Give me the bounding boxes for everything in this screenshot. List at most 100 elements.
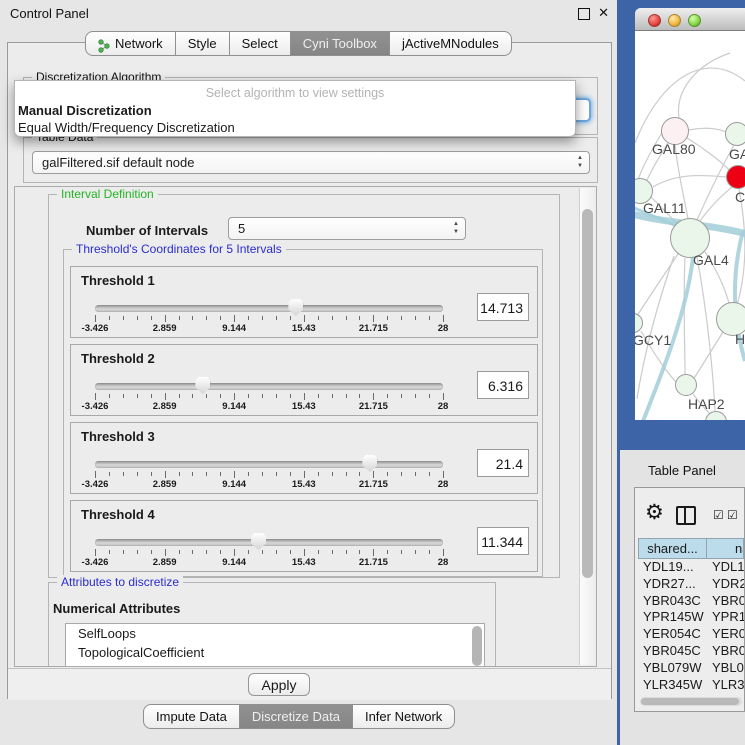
network-node[interactable] bbox=[726, 165, 745, 189]
table-row[interactable]: YBR045CYBR0 bbox=[638, 643, 744, 660]
threshold-label: Threshold 3 bbox=[81, 429, 155, 444]
cell-name[interactable]: YBR0 bbox=[707, 593, 744, 610]
table-row[interactable]: YDL19...YDL1 bbox=[638, 559, 744, 576]
table-data-combobox[interactable]: galFiltered.sif default node ▲▼ bbox=[32, 151, 590, 174]
threshold-label: Threshold 4 bbox=[81, 507, 155, 522]
table-row[interactable]: YER054CYER0 bbox=[638, 626, 744, 643]
tab-cyni-toolbox[interactable]: Cyni Toolbox bbox=[290, 31, 390, 56]
tab-style[interactable]: Style bbox=[175, 31, 230, 56]
tab-infer-network[interactable]: Infer Network bbox=[352, 704, 455, 729]
slider-thumb[interactable] bbox=[288, 299, 303, 316]
network-node-label: H bbox=[735, 331, 745, 347]
table-row[interactable]: YBR043CYBR0 bbox=[638, 593, 744, 610]
slider-track[interactable] bbox=[95, 383, 443, 390]
mac-close-icon[interactable] bbox=[648, 14, 661, 27]
bottom-tab-bar: Impute Data Discretize Data Infer Networ… bbox=[143, 704, 455, 729]
network-node-label: GAL11 bbox=[643, 200, 686, 216]
threshold-value-field[interactable]: 14.713 bbox=[477, 293, 529, 321]
list-item[interactable]: TopologicalCoefficient bbox=[66, 643, 484, 662]
table-panel-body: ⚙ ☑ ☑ shared... na YDL19...YDL1 YDR27...… bbox=[634, 487, 745, 712]
tab-jactivemnodules-label: jActiveMNodules bbox=[402, 32, 499, 55]
tab-network[interactable]: Network bbox=[85, 31, 176, 56]
numerical-attributes-list[interactable]: SelfLoops TopologicalCoefficient Between… bbox=[65, 623, 485, 667]
network-node[interactable] bbox=[675, 374, 697, 396]
cell-name[interactable]: YER0 bbox=[707, 626, 744, 643]
scrollbar-thumb[interactable] bbox=[641, 698, 739, 705]
tab-jactivemnodules[interactable]: jActiveMNodules bbox=[389, 31, 512, 56]
network-canvas[interactable]: GAL80GACGAL11GAL4HGCY1HAP2 bbox=[635, 31, 745, 420]
slider-thumb[interactable] bbox=[195, 377, 210, 394]
apply-strip: Apply bbox=[8, 668, 611, 700]
list-item[interactable]: BetweennessCentrality bbox=[66, 662, 484, 667]
mac-minimize-icon[interactable] bbox=[668, 14, 681, 27]
tab-discretize-data[interactable]: Discretize Data bbox=[239, 704, 353, 729]
cell-shared-name[interactable]: YDR27... bbox=[638, 576, 707, 593]
number-of-intervals-spinner[interactable]: 5 ▲▼ bbox=[228, 217, 466, 240]
table-header-row: shared... na bbox=[638, 538, 744, 559]
table-row[interactable]: YPR145WYPR1 bbox=[638, 609, 744, 626]
cell-shared-name[interactable]: YIL052C bbox=[638, 693, 707, 696]
network-window-titlebar bbox=[635, 8, 745, 31]
cell-shared-name[interactable]: YBR043C bbox=[638, 593, 707, 610]
table-row[interactable]: YDR27...YDR2 bbox=[638, 576, 744, 593]
threshold-value-field[interactable]: 11.344 bbox=[477, 527, 529, 555]
slider-ticks bbox=[95, 315, 443, 323]
cell-shared-name[interactable]: YDL19... bbox=[638, 559, 707, 576]
network-view-window: GAL80GACGAL11GAL4HGCY1HAP2 bbox=[635, 8, 745, 420]
settings-vertical-scrollbar[interactable] bbox=[579, 188, 595, 665]
cell-shared-name[interactable]: YPR145W bbox=[638, 609, 707, 626]
tab-cyni-toolbox-label: Cyni Toolbox bbox=[303, 32, 377, 55]
number-of-intervals-label: Number of Intervals bbox=[86, 223, 208, 238]
threshold-value-field[interactable]: 6.316 bbox=[477, 371, 529, 399]
slider-thumb[interactable] bbox=[251, 533, 266, 550]
table-row[interactable]: YBL079WYBL0 bbox=[638, 660, 744, 677]
slider-ticks bbox=[95, 393, 443, 401]
tab-impute-data[interactable]: Impute Data bbox=[143, 704, 240, 729]
algorithm-dropdown-popup: Select algorithm to view settings Manual… bbox=[14, 80, 576, 137]
mac-zoom-icon[interactable] bbox=[688, 14, 701, 27]
network-node-label: GAL4 bbox=[693, 252, 729, 268]
threshold-slider: Threshold 1 -3.4262.8599.14415.4321.7152… bbox=[70, 266, 538, 338]
cell-shared-name[interactable]: YBL079W bbox=[638, 660, 707, 677]
dropdown-item-equal-width-frequency[interactable]: Equal Width/Frequency Discretization bbox=[15, 119, 575, 136]
cell-name[interactable]: YPR1 bbox=[707, 609, 744, 626]
apply-button[interactable]: Apply bbox=[248, 673, 310, 696]
cell-name[interactable]: YDR2 bbox=[707, 576, 744, 593]
scrollbar-thumb[interactable] bbox=[582, 209, 593, 578]
gear-icon[interactable]: ⚙ bbox=[645, 500, 664, 525]
select-checkbox-icon[interactable]: ☑ bbox=[727, 508, 738, 522]
table-row[interactable]: YIL052CYIL0 bbox=[638, 693, 744, 696]
cell-shared-name[interactable]: YLR345W bbox=[638, 677, 707, 694]
float-window-icon[interactable] bbox=[578, 8, 590, 20]
threshold-slider: Threshold 4 -3.4262.8599.14415.4321.7152… bbox=[70, 500, 538, 572]
cell-name[interactable]: YBL0 bbox=[707, 660, 744, 677]
slider-tick-labels: -3.4262.8599.14415.4321.71528 bbox=[95, 401, 443, 413]
dropdown-item-manual-discretization[interactable]: Manual Discretization bbox=[15, 102, 575, 119]
cell-shared-name[interactable]: YBR045C bbox=[638, 643, 707, 660]
close-icon[interactable]: ✕ bbox=[598, 5, 609, 21]
slider-track[interactable] bbox=[95, 461, 443, 468]
slider-thumb[interactable] bbox=[362, 455, 377, 472]
table-horizontal-scrollbar[interactable] bbox=[640, 697, 742, 706]
columns-icon[interactable] bbox=[676, 506, 696, 525]
slider-track[interactable] bbox=[95, 539, 443, 546]
list-scrollbar[interactable] bbox=[472, 626, 482, 666]
column-header-shared-name[interactable]: shared... bbox=[638, 538, 707, 559]
network-node[interactable] bbox=[725, 122, 745, 146]
select-checkbox-icon[interactable]: ☑ bbox=[713, 508, 724, 522]
threshold-value-field[interactable]: 21.4 bbox=[477, 449, 529, 477]
cell-name[interactable]: YDL1 bbox=[707, 559, 744, 576]
cell-shared-name[interactable]: YER054C bbox=[638, 626, 707, 643]
tab-select[interactable]: Select bbox=[229, 31, 291, 56]
spinner-arrows-icon: ▲▼ bbox=[453, 220, 459, 236]
slider-track[interactable] bbox=[95, 305, 443, 312]
table-row[interactable]: YLR345WYLR3 bbox=[638, 677, 744, 694]
cell-name[interactable]: YIL0 bbox=[707, 693, 744, 696]
tab-impute-data-label: Impute Data bbox=[156, 705, 227, 728]
list-item[interactable]: SelfLoops bbox=[66, 624, 484, 643]
cell-name[interactable]: YBR0 bbox=[707, 643, 744, 660]
cell-name[interactable]: YLR3 bbox=[707, 677, 744, 694]
slider-tick-labels: -3.4262.8599.14415.4321.71528 bbox=[95, 323, 443, 335]
network-node-label: C bbox=[735, 189, 745, 205]
column-header-name[interactable]: na bbox=[706, 538, 744, 559]
